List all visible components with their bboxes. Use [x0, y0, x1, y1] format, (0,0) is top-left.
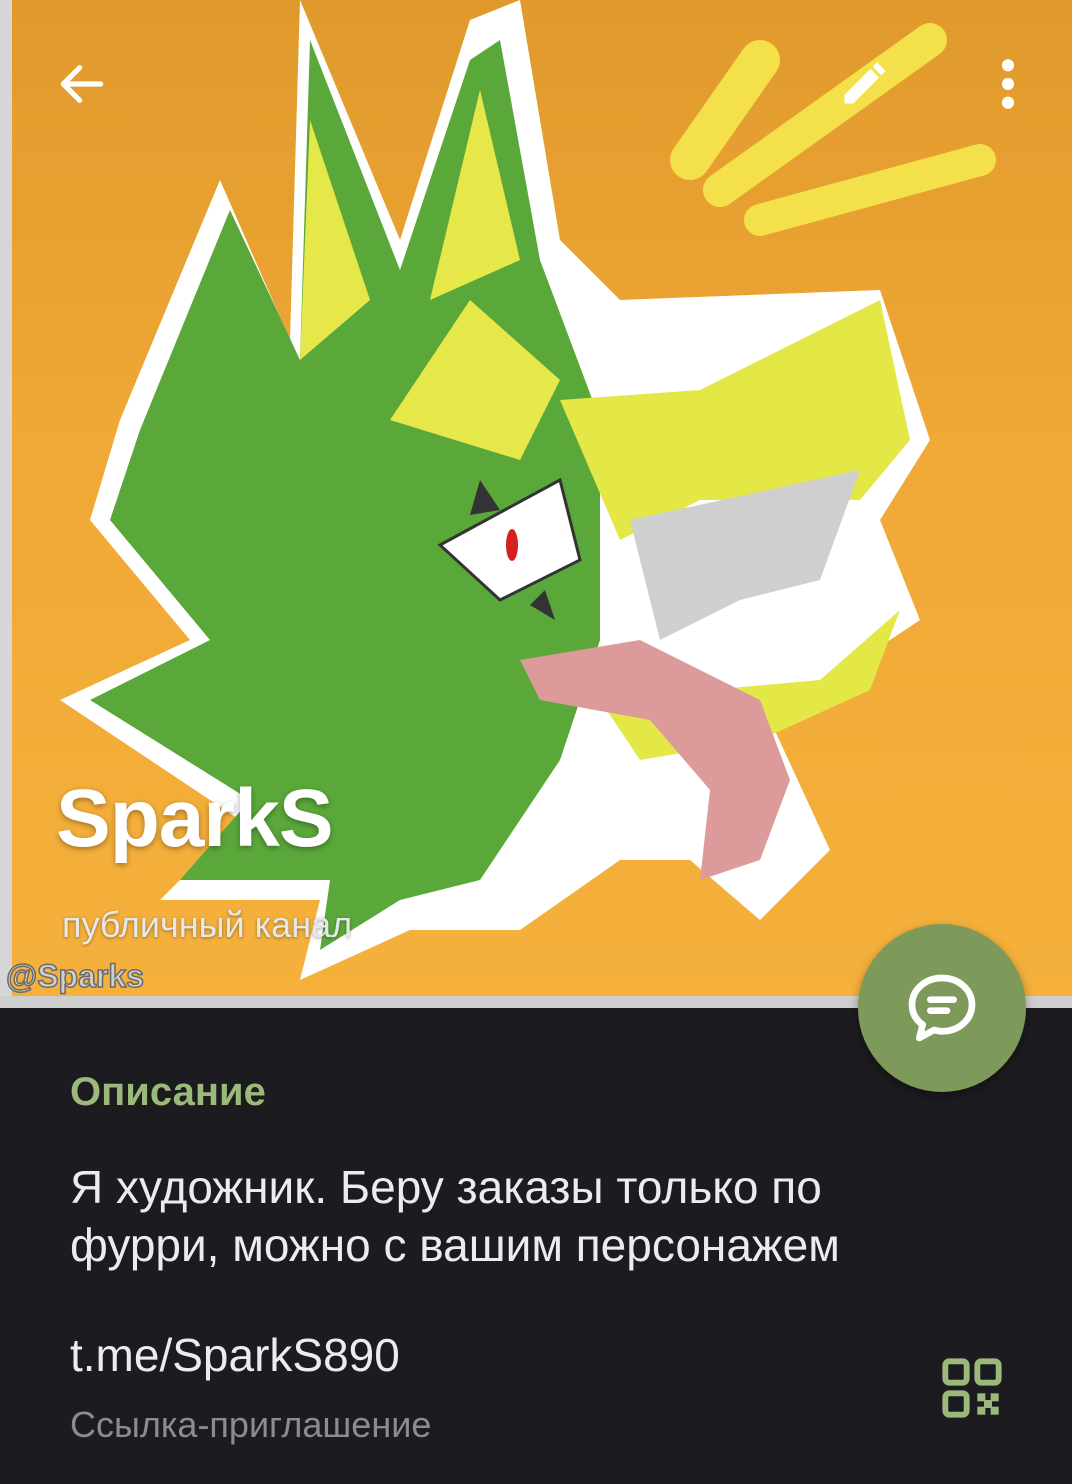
more-options-button[interactable] [972, 48, 1044, 120]
watermark-text: @Sparks [5, 957, 144, 995]
back-button[interactable] [46, 48, 118, 120]
more-vertical-icon [1001, 59, 1015, 109]
qr-code-icon[interactable] [940, 1356, 1004, 1420]
channel-type: публичный канал [62, 904, 353, 945]
arrow-left-icon [60, 65, 104, 103]
open-chat-button[interactable] [858, 924, 1026, 1092]
profile-header: SparkS публичный канал @Sparks [0, 0, 1072, 1008]
invite-link-label: Ссылка-приглашение [70, 1404, 432, 1445]
channel-title: SparkS [56, 773, 334, 864]
description-heading: Описание [70, 1070, 266, 1114]
message-bubble-icon [908, 974, 976, 1042]
edit-button[interactable] [828, 48, 900, 120]
header-frame-left [0, 0, 12, 1008]
invite-link[interactable]: t.me/SparkS890 [70, 1328, 400, 1382]
description-text: Я художник. Беру заказы только по фурри,… [70, 1161, 840, 1271]
pencil-icon [844, 62, 886, 104]
